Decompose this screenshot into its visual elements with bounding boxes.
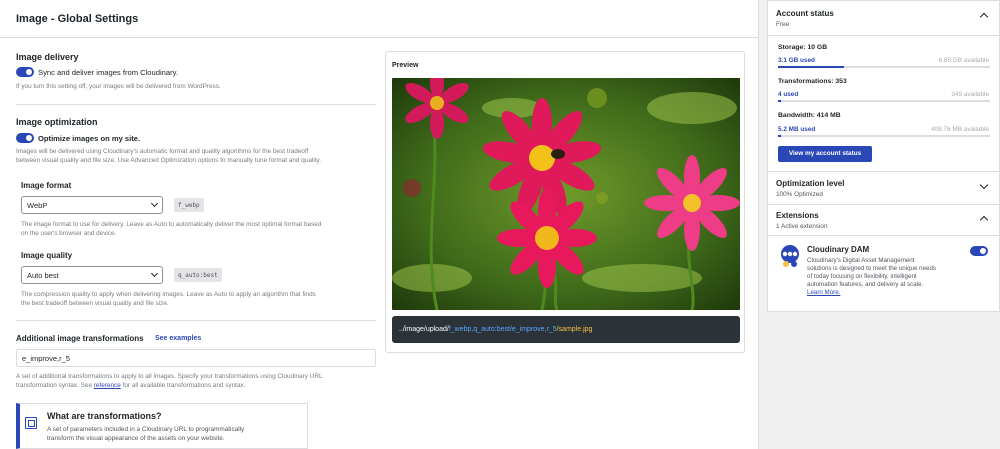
- learn-more-link[interactable]: Learn More.: [807, 289, 840, 296]
- transformations-callout: What are transformations? A set of param…: [16, 403, 308, 449]
- optimization-toggle-label: Optimize images on my site.: [38, 134, 141, 143]
- quality-select[interactable]: Auto best: [21, 266, 163, 284]
- url-preview: ../image/upload/f_webp,q_auto:best/e_imp…: [392, 316, 740, 343]
- delivery-toggle[interactable]: [16, 67, 34, 77]
- delivery-toggle-label: Sync and deliver images from Cloudinary.: [38, 68, 178, 77]
- optimization-toggle[interactable]: [16, 133, 34, 143]
- format-label: Image format: [21, 181, 72, 190]
- bandwidth-available: 408.76 MB available: [931, 126, 989, 133]
- bandwidth-bar-fill: [778, 135, 781, 137]
- delivery-heading: Image delivery: [16, 52, 79, 62]
- optimization-level-value: 100% Optimized: [776, 191, 823, 198]
- transformations-bar-fill: [778, 100, 781, 102]
- storage-label: Storage: 10 GB: [778, 44, 828, 51]
- optimization-heading: Image optimization: [16, 117, 98, 127]
- divider: [768, 204, 999, 205]
- optimization-help-1: Images will be delivered using Cloudinar…: [16, 148, 309, 155]
- cloudinary-dam-icon: [781, 245, 799, 267]
- preview-card: Preview ../image/upload/f_webp,q_auto:be…: [385, 51, 745, 353]
- format-select[interactable]: WebP: [21, 196, 163, 214]
- divider: [768, 35, 999, 36]
- url-base: ../image/upload/: [399, 326, 449, 333]
- chevron-down-icon: [150, 269, 159, 278]
- optimization-level-title: Optimization level: [776, 179, 845, 188]
- extension-description: Cloudinary's Digital Asset Management so…: [807, 257, 975, 297]
- account-status-title: Account status: [776, 9, 834, 18]
- preview-title: Preview: [392, 62, 419, 69]
- account-plan: Free: [776, 21, 790, 28]
- delivery-help: If you turn this setting off, your image…: [16, 83, 221, 90]
- bandwidth-label: Bandwidth: 414 MB: [778, 112, 841, 119]
- format-help-1: The image format to use for delivery. Le…: [21, 221, 322, 228]
- help-text: for all available transformations and sy…: [120, 382, 246, 389]
- format-select-value: WebP: [27, 201, 48, 210]
- callout-title: What are transformations?: [47, 411, 162, 421]
- divider: [768, 235, 999, 236]
- divider: [768, 171, 999, 172]
- quality-label: Image quality: [21, 251, 73, 260]
- divider: [16, 104, 376, 105]
- transformations-bar: [778, 100, 990, 102]
- extensions-title: Extensions: [776, 211, 819, 220]
- quality-help-1: The compression quality to apply when de…: [21, 291, 316, 298]
- storage-bar-fill: [778, 66, 844, 68]
- extension-name: Cloudinary DAM: [807, 245, 870, 254]
- optimization-help-2: between visual quality and file size. Us…: [16, 157, 322, 164]
- chevron-down-icon: [150, 199, 159, 208]
- bandwidth-bar: [778, 135, 990, 137]
- quality-select-value: Auto best: [27, 271, 59, 280]
- transformations-label: Additional image transformations: [16, 334, 144, 343]
- transformations-help-2: transformation syntax. See reference for…: [16, 381, 245, 390]
- see-examples-link[interactable]: See examples: [155, 335, 201, 342]
- extension-desc-3: of today focusing on flexibility, intell…: [807, 273, 917, 280]
- bandwidth-used: 5.2 MB used: [778, 126, 816, 133]
- extension-desc-4: automation features, and delivery at sca…: [807, 281, 924, 288]
- flower-photo: [392, 78, 740, 310]
- callout-text-1: A set of parameters included in a Cloudi…: [47, 426, 245, 433]
- view-account-button[interactable]: View my account status: [778, 146, 872, 162]
- transform-icon: [25, 417, 37, 429]
- account-sidebar: Account status Free Storage: 10 GB 3.1 G…: [767, 0, 1000, 312]
- transformations-available: 349 available: [951, 91, 989, 98]
- storage-available: 6.85 GB available: [938, 57, 989, 64]
- extensions-count: 1 Active extension: [776, 223, 828, 230]
- app: Image - Global Settings Image delivery S…: [0, 0, 1000, 449]
- preview-image: [392, 78, 740, 310]
- url-text: ../image/upload/f_webp,q_auto:best/e_imp…: [399, 326, 592, 333]
- extension-desc-1: Cloudinary's Digital Asset Management: [807, 257, 915, 264]
- format-help-2: on the user's browser and device.: [21, 230, 117, 237]
- collapse-icon[interactable]: [979, 12, 989, 22]
- expand-icon[interactable]: [979, 180, 989, 190]
- format-code: f_webp: [174, 198, 204, 212]
- settings-panel: Image - Global Settings Image delivery S…: [0, 0, 759, 449]
- storage-used: 3.1 GB used: [778, 57, 815, 64]
- panel-header: Image - Global Settings: [0, 0, 759, 38]
- collapse-icon[interactable]: [979, 215, 989, 225]
- extension-desc-2: solutions is designed to meet the unique…: [807, 265, 936, 272]
- storage-bar: [778, 66, 990, 68]
- reference-link[interactable]: reference: [94, 382, 121, 389]
- help-text: transformation syntax. See: [16, 382, 94, 389]
- transformations-help-1: A set of additional transformations to a…: [16, 373, 323, 380]
- url-transform: f_webp,q_auto:best/e_improve,r_5: [448, 326, 557, 333]
- url-file: /sample.jpg: [556, 326, 593, 333]
- extension-toggle[interactable]: [970, 246, 988, 256]
- transformations-input[interactable]: e_improve,r_5: [16, 349, 376, 367]
- quality-code: q_auto:best: [174, 268, 222, 282]
- transformations-stat-label: Transformations: 353: [778, 78, 847, 85]
- callout-text-2: transform the visual appearance of the a…: [47, 435, 225, 442]
- quality-help-2: the best tradeoff between visual quality…: [21, 300, 169, 307]
- page-title: Image - Global Settings: [16, 13, 139, 25]
- divider: [16, 320, 376, 321]
- transformations-used: 4 used: [778, 91, 799, 98]
- transformations-input-value: e_improve,r_5: [22, 354, 70, 363]
